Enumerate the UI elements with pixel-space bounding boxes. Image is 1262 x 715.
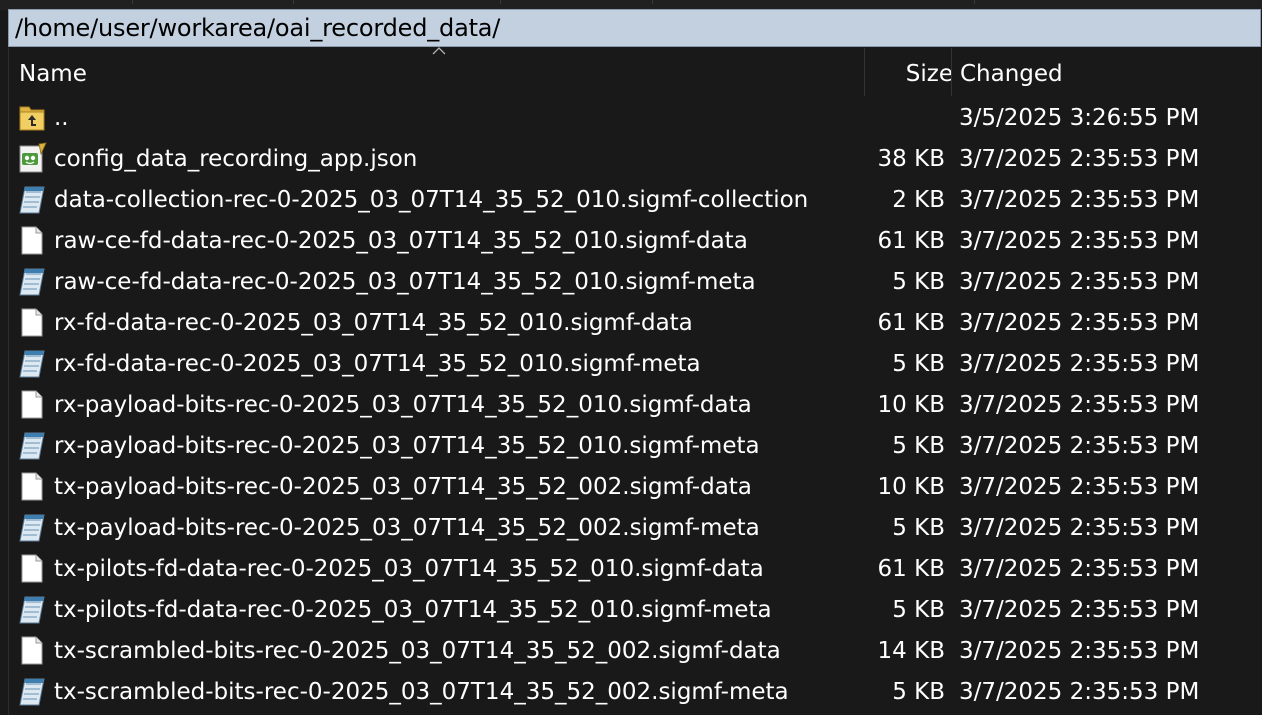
file-changed-date: 3/7/2025 2:35:53 PM: [959, 146, 1200, 172]
file-changed-date: 3/7/2025 2:35:53 PM: [959, 228, 1200, 254]
file-changed-date: 3/7/2025 2:35:53 PM: [959, 392, 1200, 418]
file-size: 10 KB: [877, 392, 945, 418]
notepad-file-icon: [17, 347, 47, 379]
column-divider[interactable]: [951, 48, 952, 96]
toolbar-separator: [652, 0, 653, 4]
file-row[interactable]: .. 3/5/2025 3:26:55 PM: [9, 98, 1262, 139]
file-size: 5 KB: [892, 269, 945, 295]
file-changed-date: 3/7/2025 2:35:53 PM: [959, 433, 1200, 459]
file-row[interactable]: tx-pilots-fd-data-rec-0-2025_03_07T14_35…: [9, 590, 1262, 631]
file-name: ..: [54, 105, 69, 131]
column-header-name[interactable]: Name: [19, 48, 87, 96]
notepad-file-icon: [17, 511, 47, 543]
blank-file-icon: [17, 306, 47, 338]
blank-file-icon: [17, 634, 47, 666]
file-changed-date: 3/7/2025 2:35:53 PM: [959, 597, 1200, 623]
file-name: rx-fd-data-rec-0-2025_03_07T14_35_52_010…: [54, 351, 701, 377]
toolbar-separator: [132, 0, 133, 4]
file-browser-window: /home/user/workarea/oai_recorded_data/ N…: [0, 0, 1262, 715]
file-list-panel: Name Size Changed .. 3/5/2025 3:26:55 PM …: [8, 47, 1262, 715]
file-name: rx-fd-data-rec-0-2025_03_07T14_35_52_010…: [54, 310, 693, 336]
file-row[interactable]: tx-payload-bits-rec-0-2025_03_07T14_35_5…: [9, 508, 1262, 549]
file-row[interactable]: rx-fd-data-rec-0-2025_03_07T14_35_52_010…: [9, 303, 1262, 344]
file-size: 61 KB: [877, 228, 945, 254]
file-row[interactable]: rx-payload-bits-rec-0-2025_03_07T14_35_5…: [9, 426, 1262, 467]
notepad-file-icon: [17, 675, 47, 707]
file-size: 61 KB: [877, 310, 945, 336]
file-row[interactable]: tx-scrambled-bits-rec-0-2025_03_07T14_35…: [9, 631, 1262, 672]
file-row[interactable]: tx-pilots-fd-data-rec-0-2025_03_07T14_35…: [9, 549, 1262, 590]
parent-folder-icon: [17, 101, 47, 133]
file-changed-date: 3/7/2025 2:35:53 PM: [959, 515, 1200, 541]
blank-file-icon: [17, 388, 47, 420]
path-text[interactable]: /home/user/workarea/oai_recorded_data/: [15, 14, 500, 42]
file-name: tx-scrambled-bits-rec-0-2025_03_07T14_35…: [54, 638, 781, 664]
file-row[interactable]: raw-ce-fd-data-rec-0-2025_03_07T14_35_52…: [9, 221, 1262, 262]
file-size: 5 KB: [892, 515, 945, 541]
file-name: config_data_recording_app.json: [54, 146, 418, 172]
file-size: 10 KB: [877, 474, 945, 500]
file-name: rx-payload-bits-rec-0-2025_03_07T14_35_5…: [54, 433, 760, 459]
file-name: tx-scrambled-bits-rec-0-2025_03_07T14_35…: [54, 679, 789, 705]
file-name: raw-ce-fd-data-rec-0-2025_03_07T14_35_52…: [54, 228, 748, 254]
file-changed-date: 3/7/2025 2:35:53 PM: [959, 638, 1200, 664]
column-header-size[interactable]: Size: [906, 48, 953, 96]
file-row[interactable]: raw-ce-fd-data-rec-0-2025_03_07T14_35_52…: [9, 262, 1262, 303]
file-name: raw-ce-fd-data-rec-0-2025_03_07T14_35_52…: [54, 269, 756, 295]
column-divider[interactable]: [864, 48, 865, 96]
file-changed-date: 3/7/2025 2:35:53 PM: [959, 187, 1200, 213]
toolbar-separator: [500, 0, 501, 4]
toolbar-separator: [974, 0, 975, 4]
file-row[interactable]: tx-scrambled-bits-rec-0-2025_03_07T14_35…: [9, 672, 1262, 713]
notepad-file-icon: [17, 183, 47, 215]
file-row[interactable]: rx-payload-bits-rec-0-2025_03_07T14_35_5…: [9, 385, 1262, 426]
notepad-file-icon: [17, 593, 47, 625]
column-header-changed[interactable]: Changed: [960, 48, 1063, 96]
notepad-file-icon: [17, 265, 47, 297]
file-changed-date: 3/7/2025 2:35:53 PM: [959, 474, 1200, 500]
file-size: 5 KB: [892, 433, 945, 459]
blank-file-icon: [17, 470, 47, 502]
file-size: 14 KB: [877, 638, 945, 664]
file-size: 5 KB: [892, 597, 945, 623]
file-row[interactable]: data-collection-rec-0-2025_03_07T14_35_5…: [9, 180, 1262, 221]
file-changed-date: 3/7/2025 2:35:53 PM: [959, 556, 1200, 582]
file-size: 38 KB: [877, 146, 945, 172]
file-name: data-collection-rec-0-2025_03_07T14_35_5…: [54, 187, 809, 213]
notepad-file-icon: [17, 429, 47, 461]
file-name: tx-payload-bits-rec-0-2025_03_07T14_35_5…: [54, 515, 760, 541]
file-list: .. 3/5/2025 3:26:55 PM config_data_record…: [9, 98, 1262, 713]
file-size: 61 KB: [877, 556, 945, 582]
file-changed-date: 3/7/2025 2:35:53 PM: [959, 679, 1200, 705]
path-address-bar[interactable]: /home/user/workarea/oai_recorded_data/: [8, 9, 1261, 47]
sort-ascending-icon: [432, 47, 446, 55]
file-size: 5 KB: [892, 351, 945, 377]
file-row[interactable]: config_data_recording_app.json 38 KB 3/7/2…: [9, 139, 1262, 180]
toolbar-separator: [293, 0, 294, 4]
file-name: tx-pilots-fd-data-rec-0-2025_03_07T14_35…: [54, 597, 772, 623]
file-name: rx-payload-bits-rec-0-2025_03_07T14_35_5…: [54, 392, 752, 418]
file-name: tx-pilots-fd-data-rec-0-2025_03_07T14_35…: [54, 556, 764, 582]
file-name: tx-payload-bits-rec-0-2025_03_07T14_35_5…: [54, 474, 752, 500]
blank-file-icon: [17, 224, 47, 256]
column-header-row: Name Size Changed: [9, 47, 1262, 96]
json-file-icon: [17, 142, 47, 174]
file-changed-date: 3/7/2025 2:35:53 PM: [959, 310, 1200, 336]
file-size: 5 KB: [892, 679, 945, 705]
file-row[interactable]: rx-fd-data-rec-0-2025_03_07T14_35_52_010…: [9, 344, 1262, 385]
file-size: 2 KB: [892, 187, 945, 213]
blank-file-icon: [17, 552, 47, 584]
file-row[interactable]: tx-payload-bits-rec-0-2025_03_07T14_35_5…: [9, 467, 1262, 508]
file-changed-date: 3/7/2025 2:35:53 PM: [959, 269, 1200, 295]
file-changed-date: 3/7/2025 2:35:53 PM: [959, 351, 1200, 377]
file-changed-date: 3/5/2025 3:26:55 PM: [959, 105, 1200, 131]
